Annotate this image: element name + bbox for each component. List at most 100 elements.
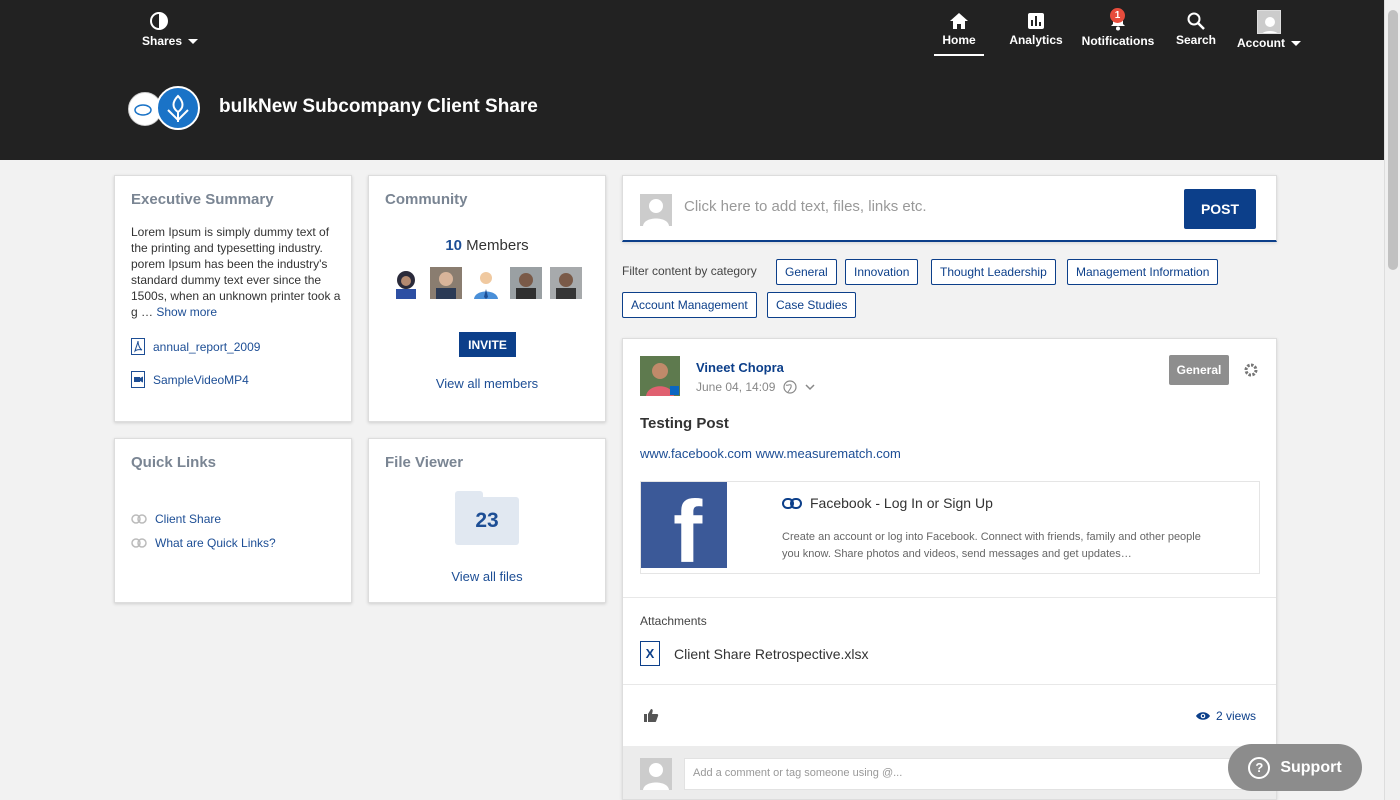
avatar[interactable] <box>510 267 542 299</box>
globe-icon[interactable] <box>783 380 798 394</box>
divider <box>623 684 1276 685</box>
category-chip-innovation[interactable]: Innovation <box>845 259 919 285</box>
eye-icon <box>1195 712 1210 720</box>
thumbs-up-icon[interactable] <box>643 708 659 723</box>
top-header: Shares Home Analytics 1 Notifications Se… <box>0 0 1384 160</box>
link-preview[interactable]: f Facebook - Log In or Sign Up Create an… <box>640 481 1260 576</box>
preview-title-text: Facebook - Log In or Sign Up <box>810 495 993 511</box>
view-all-members-link[interactable]: View all members <box>369 376 605 391</box>
support-label: Support <box>1280 758 1342 776</box>
member-count-number: 10 <box>445 237 462 254</box>
scrollbar[interactable] <box>1384 0 1400 800</box>
views-text: 2 views <box>1215 709 1256 723</box>
avatar <box>640 194 672 226</box>
quick-link-label: Client Share <box>155 512 222 526</box>
category-chip-account-management[interactable]: Account Management <box>622 292 757 318</box>
invite-button[interactable]: INVITE <box>459 332 516 357</box>
video-icon <box>131 371 145 388</box>
attachment-item[interactable]: X Client Share Retrospective.xlsx <box>640 641 869 666</box>
attachments-label: Attachments <box>640 614 707 628</box>
quick-links-card: Quick Links Client Share What are Quick … <box>114 438 352 603</box>
link-icon <box>131 514 147 524</box>
avatar[interactable] <box>470 267 502 299</box>
client-logo <box>156 86 200 130</box>
main-nav: Home Analytics 1 Notifications Search Ac… <box>934 8 1384 58</box>
post-meta: June 04, 14:09 <box>696 380 815 394</box>
category-chip-thought-leadership[interactable]: Thought Leadership <box>931 259 1056 285</box>
post-card: Vineet Chopra June 04, 14:09 General Tes… <box>622 338 1277 800</box>
folder-icon[interactable]: 23 <box>455 491 519 545</box>
category-chip-case-studies[interactable]: Case Studies <box>767 292 857 318</box>
nav-home[interactable]: Home <box>934 10 984 56</box>
preview-description: Create an account or log into Facebook. … <box>782 531 1201 560</box>
nav-notifications[interactable]: 1 Notifications <box>1072 8 1164 56</box>
preview-title: Facebook - Log In or Sign Up <box>782 495 993 511</box>
share-title: bulkNew Subcompany Client Share <box>219 96 538 117</box>
post-links[interactable]: www.facebook.com www.measurematch.com <box>640 446 901 461</box>
shares-menu[interactable]: Shares <box>142 12 199 48</box>
executive-summary-title: Executive Summary <box>131 191 274 208</box>
excel-file-icon: X <box>640 641 660 666</box>
member-count: 10 Members <box>369 237 605 254</box>
category-chip-general[interactable]: General <box>776 259 837 285</box>
category-chip-management-information[interactable]: Management Information <box>1067 259 1219 285</box>
home-icon <box>950 13 968 29</box>
nav-search[interactable]: Search <box>1172 10 1220 56</box>
post-button[interactable]: POST <box>1184 189 1256 229</box>
comment-input[interactable]: Add a comment or tag someone using @... <box>684 758 1260 790</box>
link-icon <box>131 538 147 548</box>
chevron-down-icon[interactable] <box>805 383 815 391</box>
shares-logo-icon <box>150 12 168 30</box>
scrollbar-thumb[interactable] <box>1388 10 1398 270</box>
file-item[interactable]: annual_report_2009 <box>131 338 260 355</box>
chevron-down-icon <box>1291 40 1301 46</box>
file-name: SampleVideoMP4 <box>153 372 249 387</box>
views-count[interactable]: 2 views <box>1195 709 1256 723</box>
members-word: Members <box>466 237 529 254</box>
avatar[interactable] <box>550 267 582 299</box>
help-icon: ? <box>1248 756 1271 779</box>
filter-label: Filter content by category <box>622 264 757 278</box>
avatar[interactable] <box>430 267 462 299</box>
analytics-icon <box>1028 13 1044 29</box>
chevron-down-icon <box>188 38 199 44</box>
share-logos <box>128 86 202 130</box>
facebook-logo-icon: f <box>641 482 727 576</box>
nav-analytics-label: Analytics <box>1009 33 1063 47</box>
quick-link-item[interactable]: What are Quick Links? <box>131 536 276 550</box>
search-icon <box>1187 12 1205 30</box>
file-count: 23 <box>475 509 499 532</box>
file-name: annual_report_2009 <box>153 339 261 354</box>
community-card: Community 10 Members INVITE View all mem… <box>368 175 606 422</box>
quick-link-item[interactable]: Client Share <box>131 512 221 526</box>
file-item[interactable]: SampleVideoMP4 <box>131 371 249 388</box>
avatar[interactable] <box>390 267 422 299</box>
file-viewer-title: File Viewer <box>385 454 464 471</box>
divider <box>623 597 1276 598</box>
nav-search-label: Search <box>1175 33 1217 47</box>
comment-area: Add a comment or tag someone using @... <box>623 746 1276 799</box>
nav-home-label: Home <box>942 33 976 47</box>
post-composer[interactable]: Click here to add text, files, links etc… <box>622 175 1277 242</box>
show-more-link[interactable]: Show more <box>156 305 217 319</box>
avatar <box>640 758 672 790</box>
file-viewer-card: File Viewer 23 View all files <box>368 438 606 603</box>
gear-icon[interactable] <box>1243 362 1259 378</box>
notification-badge: 1 <box>1110 8 1125 23</box>
community-title: Community <box>385 191 468 208</box>
author-avatar[interactable] <box>640 356 680 396</box>
nav-analytics[interactable]: Analytics <box>1004 10 1068 56</box>
nav-account-label: Account <box>1237 36 1285 50</box>
view-all-files-link[interactable]: View all files <box>369 569 605 584</box>
nav-account[interactable]: Account <box>1234 10 1304 56</box>
composer-placeholder[interactable]: Click here to add text, files, links etc… <box>684 198 927 215</box>
executive-summary-text: Lorem Ipsum is simply dummy text of the … <box>131 224 341 320</box>
post-category-badge: General <box>1169 355 1229 385</box>
post-date: June 04, 14:09 <box>696 380 776 394</box>
attachment-name: Client Share Retrospective.xlsx <box>674 645 869 662</box>
support-button[interactable]: ? Support <box>1228 744 1362 791</box>
post-title: Testing Post <box>640 415 729 432</box>
pdf-icon <box>131 338 145 355</box>
quick-link-label: What are Quick Links? <box>155 536 276 550</box>
author-name[interactable]: Vineet Chopra <box>696 360 784 375</box>
